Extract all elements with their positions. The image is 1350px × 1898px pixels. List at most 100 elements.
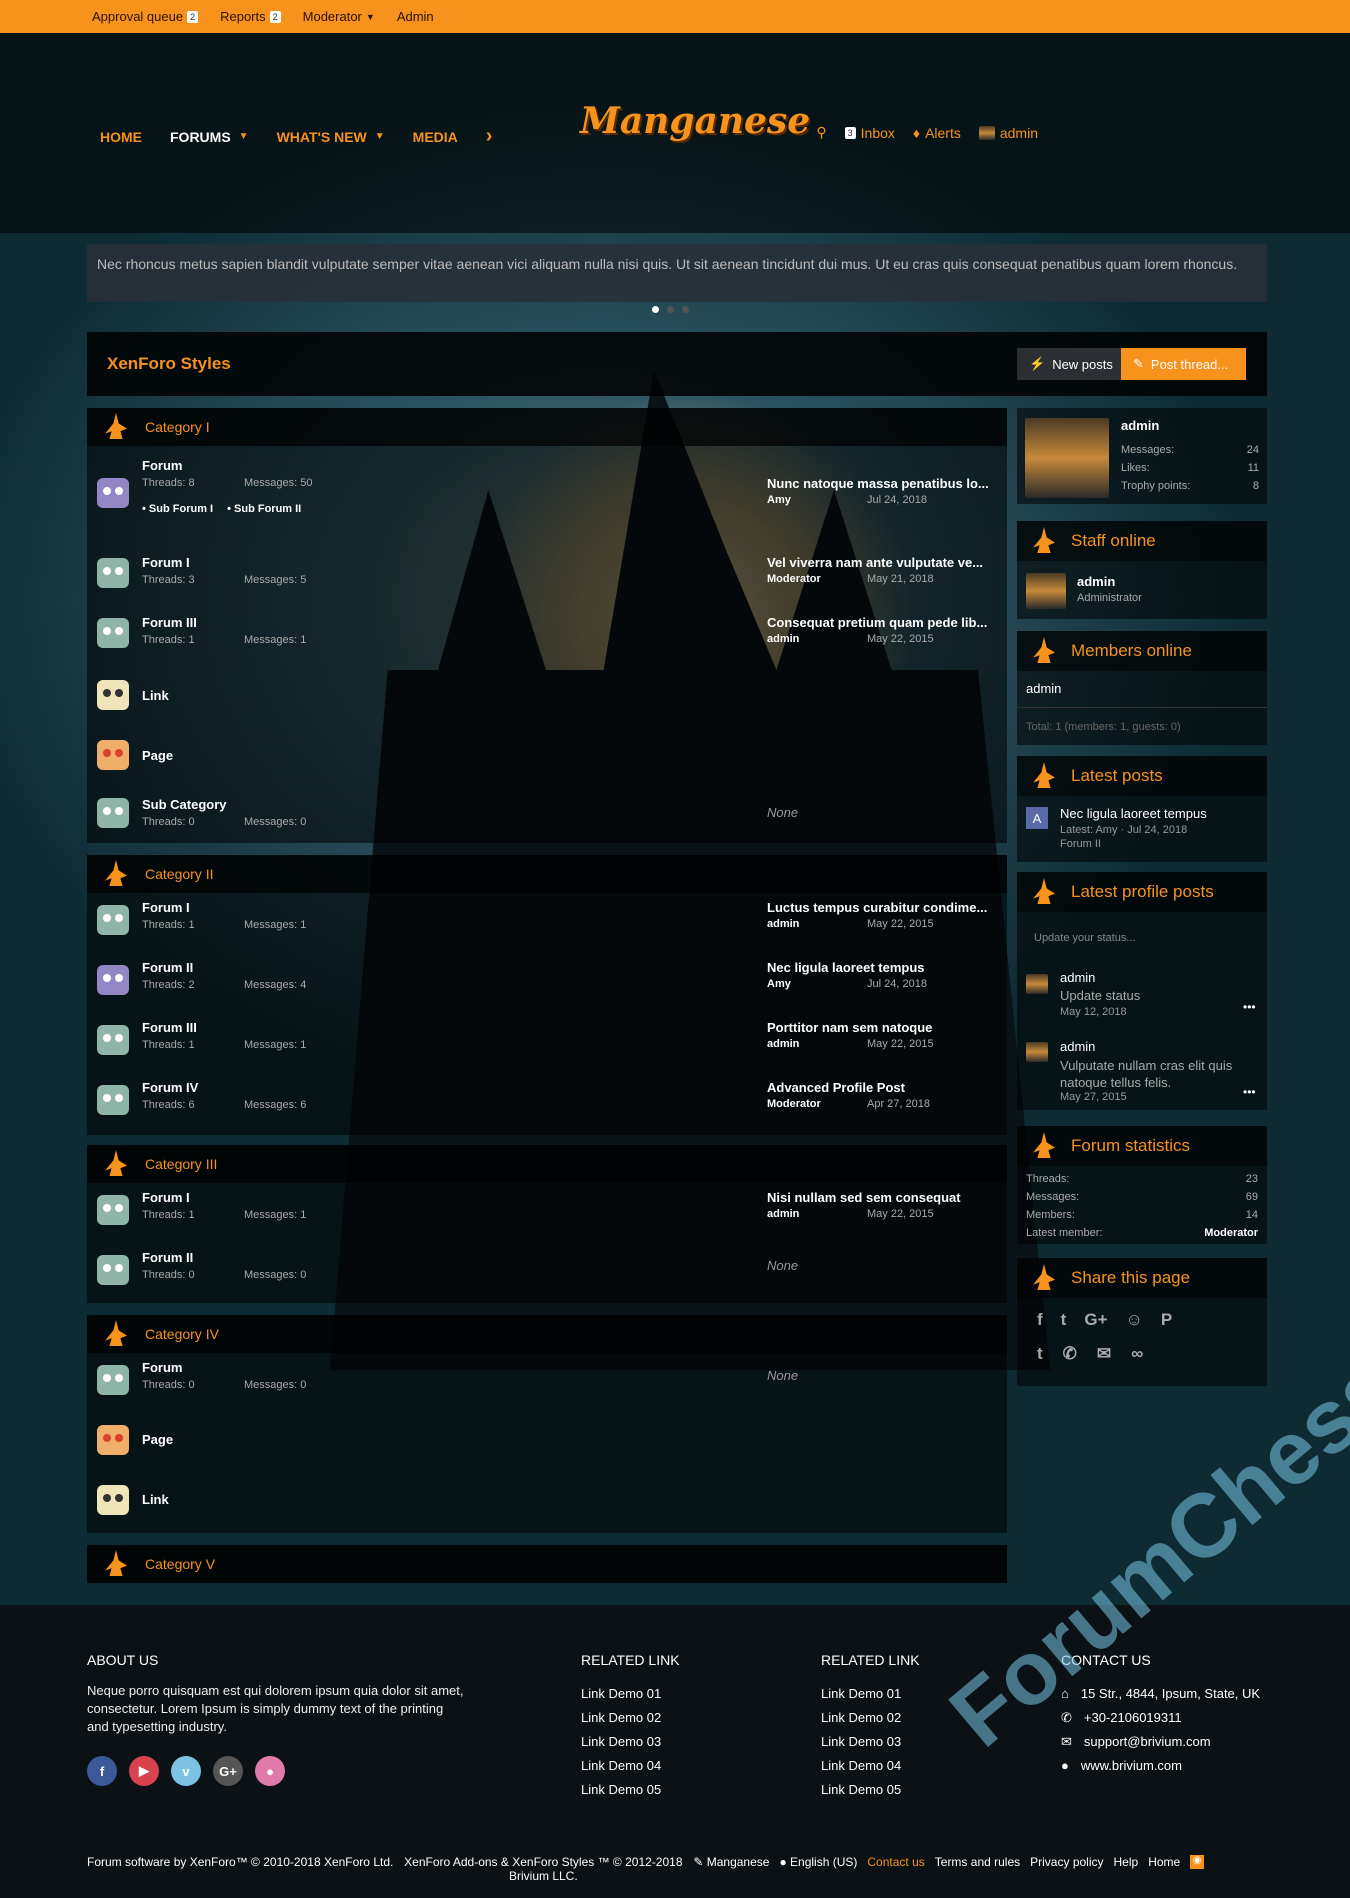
nav-home[interactable]: HOME (100, 129, 142, 145)
forum-row[interactable]: Page (87, 1413, 1007, 1473)
forum-row[interactable]: Forum III Threads: 1 Messages: 1 Porttito… (87, 1013, 1007, 1073)
last-post-user[interactable]: Moderator (767, 573, 867, 585)
avatar[interactable] (1026, 573, 1066, 609)
forum-row[interactable]: Forum Threads: 0 Messages: 0 None (87, 1353, 1007, 1413)
latest-member-link[interactable]: Moderator (1204, 1224, 1258, 1242)
contact-website[interactable]: ● www.brivium.com (1061, 1754, 1341, 1778)
forum-row[interactable]: Forum II Threads: 0 Messages: 0 None (87, 1243, 1007, 1303)
contact-phone[interactable]: ✆ +30-2106019311 (1061, 1706, 1341, 1730)
category-header[interactable]: Category V (87, 1545, 1007, 1583)
forum-title[interactable]: Sub Category (142, 797, 227, 812)
avatar[interactable] (1025, 418, 1109, 498)
language-chooser[interactable]: ● English (US) (779, 1855, 857, 1869)
last-post-user[interactable]: Moderator (767, 1098, 867, 1110)
vimeo-icon[interactable]: v (171, 1756, 201, 1786)
footer-link[interactable]: Link Demo 04 (581, 1754, 680, 1778)
forum-title[interactable]: Forum III (142, 615, 197, 630)
category-header[interactable]: Category I (87, 408, 1007, 446)
pager-dot[interactable] (682, 306, 689, 313)
caret-down-icon[interactable]: ▼ (239, 131, 249, 142)
category-header[interactable]: Category II (87, 855, 1007, 893)
forum-title[interactable]: Forum (142, 1360, 182, 1375)
site-logo[interactable]: Manganese (580, 100, 810, 142)
tumblr-icon[interactable]: t (1037, 1344, 1043, 1364)
whatsapp-icon[interactable]: ✆ (1063, 1344, 1077, 1364)
forum-title[interactable]: Link (142, 1492, 169, 1507)
facebook-icon[interactable]: f (1037, 1310, 1043, 1330)
last-post-title[interactable]: Porttitor nam sem natoque (767, 1020, 997, 1035)
reports-link[interactable]: Reports 2 (220, 9, 281, 24)
forum-title[interactable]: Forum I (142, 900, 190, 915)
last-post-title[interactable]: Advanced Profile Post (767, 1080, 997, 1095)
privacy-link[interactable]: Privacy policy (1030, 1855, 1103, 1869)
rss-icon[interactable]: ◉ (1190, 1855, 1205, 1869)
twitter-icon[interactable]: t (1061, 1310, 1067, 1330)
reddit-icon[interactable]: ☺ (1126, 1310, 1143, 1330)
caret-down-icon[interactable]: ▼ (375, 131, 385, 142)
subforum-link[interactable]: • Sub Forum II (227, 503, 301, 515)
latest-post-title[interactable]: Nec ligula laoreet tempus (1060, 806, 1207, 821)
last-post-user[interactable]: admin (767, 633, 867, 645)
forum-title[interactable]: Page (142, 1432, 173, 1447)
terms-link[interactable]: Terms and rules (935, 1855, 1020, 1869)
pinterest-icon[interactable]: P (1161, 1310, 1172, 1330)
link-icon[interactable]: ∞ (1131, 1344, 1143, 1364)
footer-link[interactable]: Link Demo 02 (821, 1706, 920, 1730)
last-post-user[interactable]: admin (767, 918, 867, 930)
footer-link[interactable]: Link Demo 05 (821, 1778, 920, 1802)
online-member[interactable]: admin (1026, 681, 1061, 696)
more-options-icon[interactable]: ••• (1243, 1000, 1256, 1014)
inbox-link[interactable]: 3 Inbox (844, 125, 895, 141)
forum-row[interactable]: Link (87, 1473, 1007, 1533)
category-header[interactable]: Category IV (87, 1315, 1007, 1353)
last-post-user[interactable]: admin (767, 1038, 867, 1050)
footer-link[interactable]: Link Demo 01 (821, 1682, 920, 1706)
avatar[interactable] (1026, 1042, 1048, 1062)
alerts-link[interactable]: ♦ Alerts (913, 125, 961, 141)
last-post-title[interactable]: Luctus tempus curabitur condime... (767, 900, 997, 915)
subforum-link[interactable]: • Sub Forum I (142, 503, 213, 515)
nav-media[interactable]: MEDIA (413, 129, 458, 145)
xenforo-copyright[interactable]: Forum software by XenForo™ © 2010-2018 X… (87, 1855, 393, 1869)
staff-name[interactable]: admin (1077, 574, 1115, 589)
account-link[interactable]: admin (978, 125, 1038, 141)
google-plus-icon[interactable]: G+ (1084, 1310, 1107, 1330)
search-icon[interactable]: ⚲ (816, 124, 826, 141)
footer-link[interactable]: Link Demo 05 (581, 1778, 680, 1802)
nav-forums[interactable]: FORUMS ▼ (170, 129, 249, 145)
category-header[interactable]: Category III (87, 1145, 1007, 1183)
last-post-user[interactable]: admin (767, 1208, 867, 1220)
forum-title[interactable]: Link (142, 688, 169, 703)
pager-dot[interactable] (667, 306, 674, 313)
visitor-name[interactable]: admin (1121, 418, 1259, 433)
forum-title[interactable]: Forum III (142, 1020, 197, 1035)
status-input[interactable]: Update your status... (1026, 926, 1258, 956)
more-options-icon[interactable]: ••• (1243, 1085, 1256, 1099)
post-thread-button[interactable]: ✎ Post thread... (1121, 348, 1246, 380)
forum-row[interactable]: Forum III Threads: 1 Messages: 1 Consequa… (87, 606, 1007, 666)
forum-row[interactable]: Page (87, 726, 1007, 786)
footer-link[interactable]: Link Demo 03 (581, 1730, 680, 1754)
home-link[interactable]: Home (1148, 1855, 1180, 1869)
footer-link[interactable]: Link Demo 02 (581, 1706, 680, 1730)
profile-post-author[interactable]: admin (1060, 1039, 1095, 1054)
help-link[interactable]: Help (1114, 1855, 1139, 1869)
forum-row[interactable]: Forum I Threads: 1 Messages: 1 Nisi nulla… (87, 1183, 1007, 1243)
last-post-title[interactable]: Consequat pretium quam pede lib... (767, 615, 997, 630)
profile-post-author[interactable]: admin (1060, 970, 1095, 985)
new-posts-button[interactable]: ⚡ New posts (1017, 348, 1125, 380)
footer-link[interactable]: Link Demo 04 (821, 1754, 920, 1778)
approval-queue-link[interactable]: Approval queue 2 (92, 9, 199, 24)
forum-title[interactable]: Forum I (142, 555, 190, 570)
google-plus-icon[interactable]: G+ (213, 1756, 243, 1786)
forum-title[interactable]: Page (142, 748, 173, 763)
forum-row[interactable]: Forum Threads: 8 Messages: 50 • Sub Forum… (87, 446, 1007, 546)
forum-row[interactable]: Forum II Threads: 2 Messages: 4 Nec ligul… (87, 953, 1007, 1013)
avatar[interactable]: A (1026, 807, 1048, 829)
contact-us-link[interactable]: Contact us (867, 1855, 924, 1869)
admin-link[interactable]: Admin (397, 9, 434, 24)
footer-link[interactable]: Link Demo 03 (821, 1730, 920, 1754)
brivium-copyright[interactable]: XenForo Add-ons & XenForo Styles ™ © 201… (403, 1855, 683, 1883)
last-post-user[interactable]: Amy (767, 978, 867, 990)
forum-title[interactable]: Forum (142, 458, 182, 473)
